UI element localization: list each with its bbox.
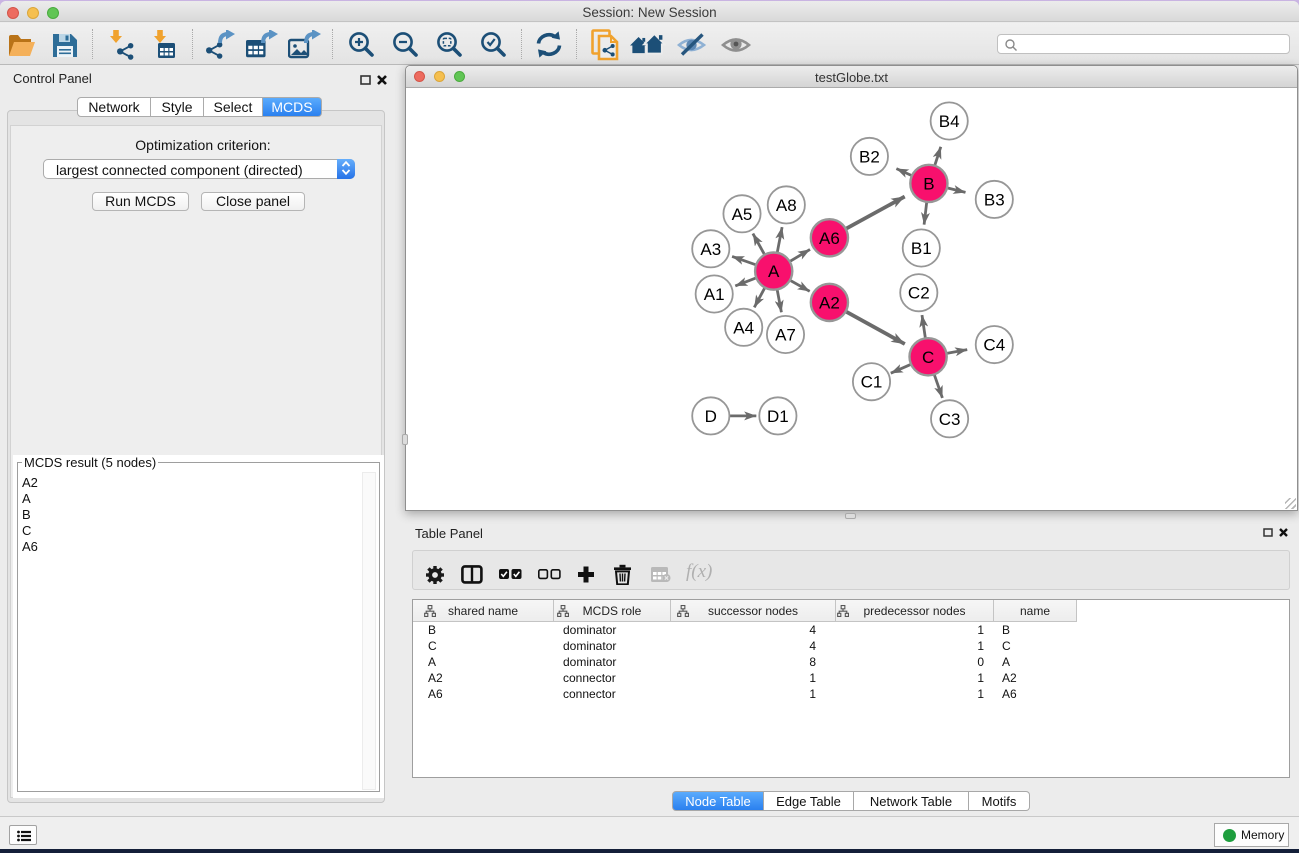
svg-text:D1: D1 — [767, 407, 789, 426]
svg-text:A: A — [768, 262, 780, 281]
svg-text:D: D — [705, 407, 717, 426]
svg-text:A6: A6 — [819, 229, 840, 248]
svg-text:B4: B4 — [939, 112, 960, 131]
svg-text:C1: C1 — [861, 373, 883, 392]
svg-text:C2: C2 — [908, 284, 930, 303]
svg-text:A3: A3 — [700, 240, 721, 259]
svg-text:C4: C4 — [983, 336, 1005, 355]
svg-text:A5: A5 — [732, 205, 753, 224]
svg-text:A1: A1 — [704, 285, 725, 304]
svg-text:B1: B1 — [911, 239, 932, 258]
svg-text:C3: C3 — [939, 410, 961, 429]
svg-text:B: B — [923, 174, 934, 193]
svg-text:A8: A8 — [776, 196, 797, 215]
svg-text:A2: A2 — [819, 293, 840, 312]
svg-text:B3: B3 — [984, 190, 1005, 209]
svg-text:A4: A4 — [733, 318, 754, 337]
svg-text:A7: A7 — [775, 326, 796, 345]
svg-text:B2: B2 — [859, 147, 880, 166]
svg-text:C: C — [922, 348, 934, 367]
